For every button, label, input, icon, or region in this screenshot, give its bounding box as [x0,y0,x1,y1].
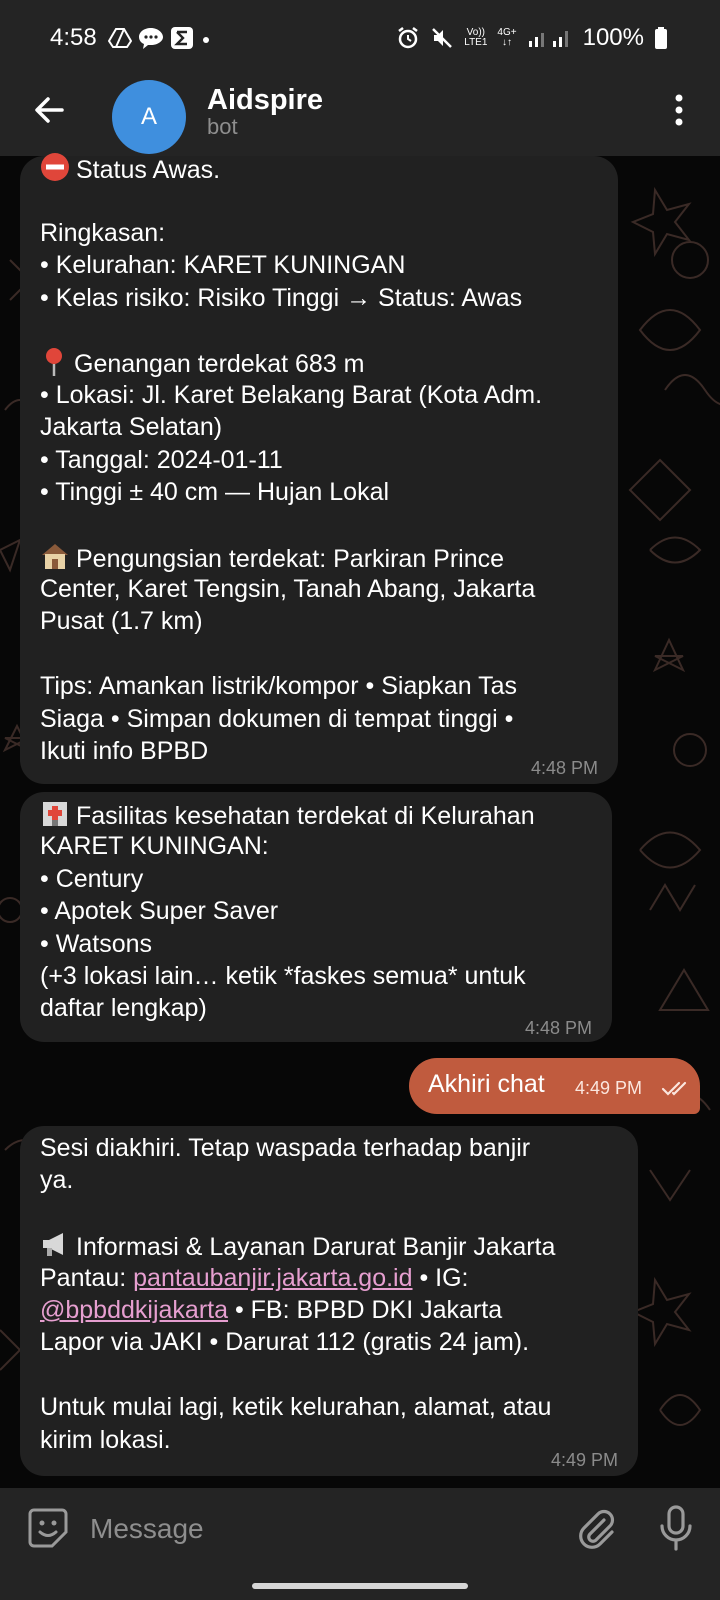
network-type-indicator: 4G+ ↓↑ [497,27,517,48]
instagram-link[interactable]: @bpbddkijakarta [40,1296,228,1324]
more-options-icon[interactable] [664,90,694,130]
message-line: Pusat (1.7 km) [40,607,203,636]
sigma-icon [171,27,193,49]
message-line: Lapor via JAKI • Darurat 112 (gratis 24 … [40,1328,530,1357]
pantau-link[interactable]: pantaubanjir.jakarta.go.id [133,1264,412,1292]
chat-title[interactable]: Aidspire [207,84,323,117]
message-line: Informasi & Layanan Darurat Banjir Jakar… [40,1229,555,1261]
message-line: Jakarta Selatan) [40,413,223,442]
chat-header: A Aidspire bot [0,80,720,156]
message-line: • Century [40,864,144,893]
chat-subtitle: bot [207,114,238,139]
message-bubble-session-end[interactable]: Sesi diakhiri. Tetap waspada terhadap ba… [20,1126,638,1476]
message-line: • Lokasi: Jl. Karet Belakang Barat (Kota… [40,380,543,409]
message-line: Ikuti info BPBD [40,737,209,766]
hospital-icon [43,802,67,826]
message-line: Genangan terdekat 683 m [40,346,542,378]
mute-icon [432,28,453,48]
avatar[interactable]: A [112,80,186,154]
message-line: • Tinggi ± 40 cm — Hujan Lokal [40,477,390,506]
message-text: Akhiri chat [428,1070,545,1098]
message-bubble-status[interactable]: Status Awas. Ringkasan: • Kelurahan: KAR… [20,153,618,784]
message-line: daftar lengkap) [40,994,207,1023]
home-indicator[interactable] [252,1583,468,1589]
message-line: Pantau: pantaubanjir.jakarta.go.id • IG: [40,1263,469,1292]
emoji-sticker-icon[interactable] [26,1506,70,1550]
status-right-icons: Vo)) LTE1 4G+ ↓↑ 100% [396,24,668,52]
battery-percent: 100% [582,24,644,51]
status-time: 4:58 [50,24,97,51]
stop-sign-icon [41,153,69,181]
message-line: Fasilitas kesehatan terdekat di Keluraha… [40,798,535,830]
message-time: 4:49 PM [575,1078,643,1098]
message-line: KARET KUNINGAN: [40,832,269,861]
message-time: 4:49 PM [550,1450,618,1470]
drive-icon [108,28,132,48]
message-line: Sesi diakhiri. Tetap waspada terhadap ba… [40,1134,531,1162]
status-bar: 4:58 Vo)) LTE1 4G+ ↓↑ 100% [0,0,720,80]
message-line: kirim lokasi. [40,1425,171,1454]
attach-icon[interactable] [574,1506,618,1550]
message-line: • Kelurahan: KARET KUNINGAN [40,251,406,280]
megaphone-icon [43,1233,63,1257]
message-line: Siaga • Simpan dokumen di tempat tinggi … [40,704,514,733]
message-line: ya. [40,1166,74,1195]
message-line: (+3 lokasi lain… ketik *faskes semua* un… [40,961,526,990]
message-line: • Kelas risiko: Risiko Tinggi → Status: … [40,283,523,312]
message-input-bar [0,1488,720,1568]
chat-screen: 4:58 Vo)) LTE1 4G+ ↓↑ 100% A Aidspire bo… [0,0,720,1600]
microphone-icon[interactable] [656,1504,696,1552]
message-line: @bpbddkijakarta • FB: BPBD DKI Jakarta [40,1295,503,1324]
message-line: Ringkasan: [40,218,166,247]
message-time: 4:48 PM [524,1018,592,1038]
house-icon [42,543,68,569]
message-line: • Watsons [40,929,153,958]
message-line: • Apotek Super Saver [40,897,279,926]
message-line: • Tanggal: 2024-01-11 [40,445,283,474]
message-line: Tips: Amankan listrik/kompor • Siapkan T… [40,672,518,701]
message-line: Center, Karet Tengsin, Tanah Abang, Jaka… [40,575,536,604]
message-line: Untuk mulai lagi, ketik kelurahan, alama… [40,1393,552,1422]
double-check-icon [661,1081,687,1096]
message-time: 4:48 PM [530,758,598,778]
message-bubble-outgoing[interactable]: Akhiri chat 4:49 PM [409,1058,700,1114]
message-line: Pengungsian terdekat: Parkiran Prince [40,541,542,573]
message-line: Status Awas. [40,152,542,184]
dot-icon [203,37,209,43]
notification-icons [108,26,212,50]
battery-icon [655,27,667,49]
volte-indicator: Vo)) LTE1 [464,27,488,48]
chat-bubble-icon [139,28,163,49]
signal-icon [528,31,568,47]
alarm-icon [398,27,418,49]
message-bubble-faskes[interactable]: Fasilitas kesehatan terdekat di Keluraha… [20,792,612,1042]
navigation-bar [0,1568,720,1600]
back-arrow-icon[interactable] [30,90,70,130]
message-input[interactable] [88,1504,552,1554]
map-pin-icon [46,348,62,377]
